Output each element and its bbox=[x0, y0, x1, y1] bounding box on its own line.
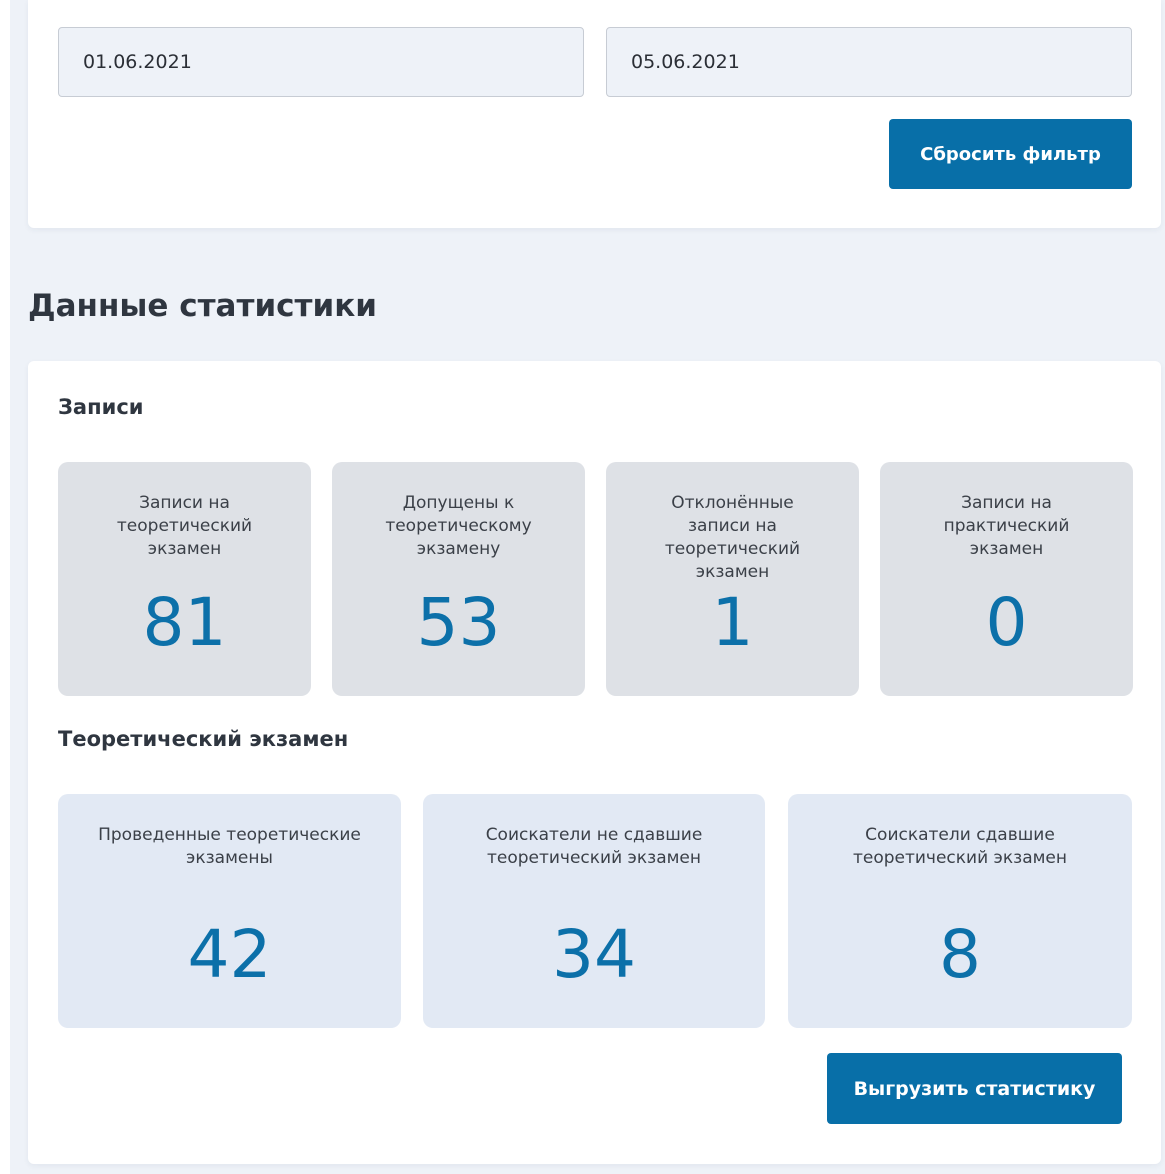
reset-filter-button[interactable]: Сбросить фильтр bbox=[889, 119, 1132, 189]
stat-card-label: Записи на практический экзамен bbox=[943, 493, 1070, 559]
theory-group-title: Теоретический экзамен bbox=[58, 727, 349, 751]
stat-card-value: 81 bbox=[142, 584, 227, 661]
date-to-input[interactable] bbox=[606, 27, 1132, 97]
stat-card-label: Соискатели не сдавшие теоретический экза… bbox=[485, 825, 703, 868]
stat-card-value: 42 bbox=[187, 916, 272, 993]
stat-card-label: Проведенные теоретические экзамены bbox=[98, 825, 361, 868]
stat-card-value: 0 bbox=[985, 584, 1028, 661]
stats-panel: Записи Записи на теоретический экзамен 8… bbox=[28, 361, 1161, 1164]
stat-card-value: 1 bbox=[711, 584, 754, 661]
page-title: Данные статистики bbox=[28, 288, 377, 324]
stat-card-passed: Соискатели сдавшие теоретический экзамен… bbox=[788, 794, 1132, 1028]
stat-card-label: Записи на теоретический экзамен bbox=[116, 493, 253, 559]
stat-card-admitted: Допущены к теоретическому экзамену 53 bbox=[332, 462, 585, 696]
stat-card-rejected: Отклонённые записи на теоретический экза… bbox=[606, 462, 859, 696]
stat-card-value: 53 bbox=[416, 584, 501, 661]
filter-panel: Сбросить фильтр bbox=[28, 0, 1161, 228]
stat-card-practice-records: Записи на практический экзамен 0 bbox=[880, 462, 1133, 696]
stat-card-theory-records: Записи на теоретический экзамен 81 bbox=[58, 462, 311, 696]
left-edge bbox=[0, 0, 10, 1174]
records-group-title: Записи bbox=[58, 395, 144, 419]
stat-card-value: 8 bbox=[939, 916, 981, 993]
stat-card-label: Отклонённые записи на теоретический экза… bbox=[664, 493, 801, 582]
stat-card-conducted: Проведенные теоретические экзамены 42 bbox=[58, 794, 401, 1028]
export-stats-button[interactable]: Выгрузить статистику bbox=[827, 1053, 1122, 1124]
stat-card-failed: Соискатели не сдавшие теоретический экза… bbox=[423, 794, 765, 1028]
stat-card-value: 34 bbox=[552, 916, 636, 993]
stat-card-label: Допущены к теоретическому экзамену bbox=[385, 493, 532, 559]
stat-card-label: Соискатели сдавшие теоретический экзамен bbox=[852, 825, 1068, 868]
date-from-input[interactable] bbox=[58, 27, 584, 97]
